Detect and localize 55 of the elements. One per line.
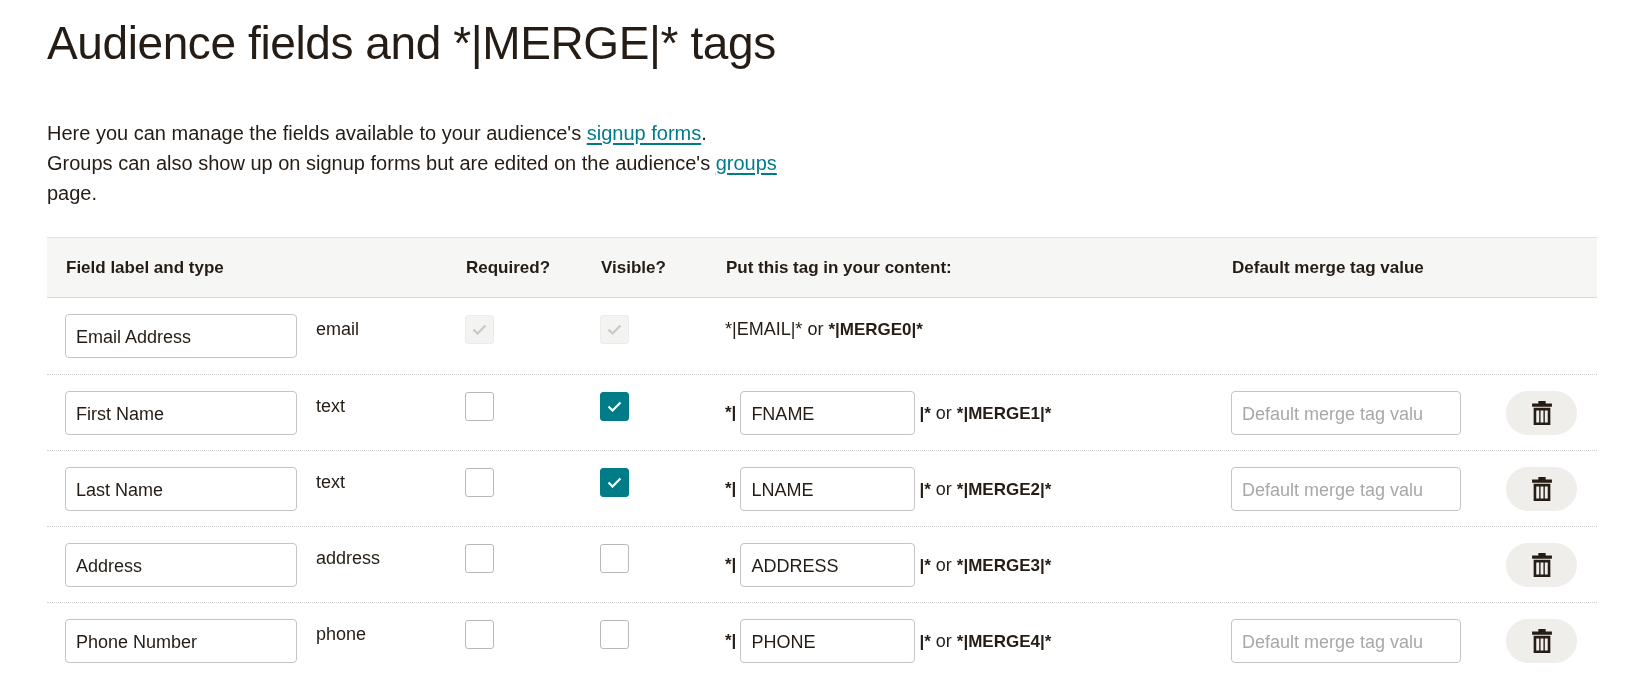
field-type-text: email [316,318,359,341]
default-value-input[interactable]: Default merge tag valu [1231,619,1461,663]
column-header: Required? [465,257,552,278]
field-label-input[interactable]: Email Address [65,314,297,358]
tag-prefix: *| [725,555,737,575]
column-header: Visible? [600,257,667,278]
delete-button[interactable] [1506,467,1577,511]
tag-prefix: *| [725,479,737,499]
delete-button[interactable] [1506,619,1577,663]
trash-icon [1531,401,1552,425]
field-type-text: address [316,547,381,570]
field-label-input[interactable]: First Name [65,391,297,435]
field-type-text: phone [316,623,367,646]
column-header: Field label and type [65,257,225,278]
page-title: Audience fields and *|MERGE|* tags [47,16,777,71]
field-label-input[interactable]: Address [65,543,297,587]
trash-icon [1531,629,1552,653]
intro-text: Here you can manage the fields available to your audience's signup forms. Groups can also show up on signup forms but are edited on the audience's groups page. [47,121,778,206]
visible-checkbox[interactable] [600,620,629,649]
merge-tag-input[interactable]: LNAME [740,467,916,511]
check-icon [472,324,487,335]
default-value-input[interactable]: Default merge tag valu [1231,467,1461,511]
text-link[interactable]: groups [715,152,777,174]
merge-tag-text: |* or *|MERGE4|* [919,630,1052,652]
tag-prefix: *| [725,403,737,423]
merge-tag-input[interactable]: PHONE [740,619,916,663]
trash-icon [1531,477,1552,501]
field-type-text: text [316,471,345,494]
check-icon [607,477,622,488]
trash-icon [1531,553,1552,577]
visible-checkbox[interactable] [600,544,629,573]
required-checkbox[interactable] [465,544,494,573]
check-icon [607,401,622,412]
required-checkbox[interactable] [465,620,494,649]
field-label-input[interactable]: Phone Number [65,619,297,663]
default-value-input[interactable]: Default merge tag valu [1231,391,1461,435]
merge-tag-text: |* or *|MERGE1|* [919,402,1052,424]
merge-tag-input[interactable]: FNAME [740,391,916,435]
check-icon [607,324,622,335]
field-type-text: text [316,395,345,418]
merge-tag-input[interactable]: ADDRESS [740,543,916,587]
field-label-input[interactable]: Last Name [65,467,297,511]
text-link[interactable]: signup forms [586,122,702,144]
column-header: Put this tag in your content: [725,257,953,278]
merge-tag-text: |* or *|MERGE2|* [919,478,1052,500]
visible-checkbox[interactable] [600,468,629,497]
required-checkbox[interactable] [465,392,494,421]
delete-button[interactable] [1506,543,1577,587]
merge-tag-text: *|EMAIL|* or *|MERGE0|* [725,318,923,340]
column-header: Default merge tag value [1231,257,1425,278]
visible-checkbox[interactable] [600,392,629,421]
tag-prefix: *| [725,631,737,651]
delete-button[interactable] [1506,391,1577,435]
required-checkbox[interactable] [465,468,494,497]
merge-tag-text: |* or *|MERGE3|* [919,554,1052,576]
